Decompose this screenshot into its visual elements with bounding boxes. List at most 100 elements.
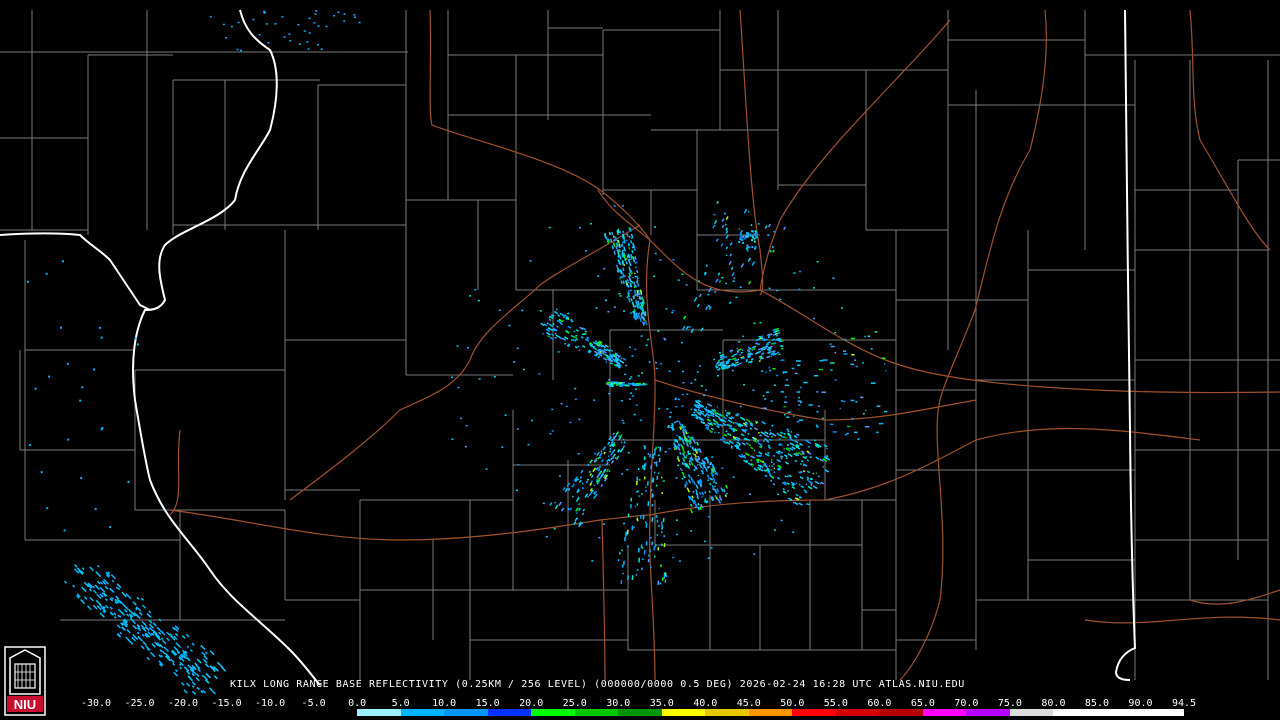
echo-pixel: [621, 564, 624, 568]
echo-pixel: [619, 295, 622, 297]
echo-pixel: [735, 296, 738, 299]
echo-pixel: [651, 541, 654, 546]
echo-pixel: [752, 389, 755, 391]
echo-pixel: [618, 552, 621, 555]
echo-pixel: [843, 350, 847, 352]
echo-pixel: [633, 310, 636, 313]
echo-pixel: [677, 398, 680, 401]
echo-pixel: [450, 376, 453, 379]
echo-pixel: [636, 517, 639, 521]
echo-pixel: [776, 289, 779, 292]
echo-pixel: [645, 344, 648, 346]
scale-color-segment: [400, 709, 445, 716]
echo-pixel: [794, 372, 798, 375]
echo-pixel: [751, 239, 753, 242]
echo-pixel: [283, 36, 286, 38]
echo-pixel: [743, 383, 746, 386]
scale-label: -10.0: [255, 698, 286, 709]
echo-pixel: [337, 11, 340, 13]
echo-pixel: [761, 370, 764, 372]
scale-color-segment: [444, 709, 488, 716]
echo-pixel: [551, 430, 554, 432]
echo-pixel: [225, 37, 228, 39]
echo-pixel: [689, 453, 692, 455]
echo-pixel: [783, 401, 788, 403]
echo-pixel: [647, 559, 650, 563]
echo-pixel: [615, 364, 618, 367]
echo-pixel: [710, 547, 713, 549]
echo-pixel: [751, 234, 754, 237]
echo-pixel: [793, 415, 795, 417]
echo-pixel: [762, 407, 767, 409]
echo-pixel: [669, 411, 672, 414]
scale-color-segment: [966, 709, 1010, 716]
echo-pixel: [870, 348, 873, 350]
echo-pixel: [48, 375, 51, 378]
echo-pixel: [876, 431, 879, 434]
echo-pixel: [624, 373, 627, 376]
echo-pixel: [660, 564, 662, 568]
echo-pixel: [653, 461, 656, 464]
scale-color-segment: [1096, 709, 1141, 716]
echo-pixel: [773, 529, 776, 531]
echo-pixel: [784, 414, 786, 416]
echo-pixel: [884, 363, 886, 365]
echo-pixel: [800, 401, 802, 404]
echo-pixel: [765, 371, 767, 373]
scale-label: 40.0: [693, 698, 718, 709]
echo-pixel: [655, 367, 658, 370]
echo-pixel: [839, 407, 841, 410]
echo-pixel: [628, 346, 631, 348]
echo-pixel: [325, 25, 328, 28]
scale-label: 25.0: [562, 698, 587, 709]
echo-pixel: [784, 396, 787, 398]
color-scale-bar: [96, 709, 1184, 716]
echo-pixel: [258, 34, 261, 36]
echo-pixel: [667, 426, 670, 428]
echo-pixel: [762, 394, 765, 397]
echo-pixel: [768, 287, 771, 290]
echo-pixel: [578, 418, 581, 421]
echo-pixel: [715, 482, 718, 484]
echo-pixel: [274, 23, 277, 25]
echo-pixel: [638, 495, 641, 497]
echo-pixel: [690, 382, 693, 384]
echo-pixel: [79, 399, 82, 402]
echo-pixel: [746, 232, 749, 235]
echo-pixel: [594, 452, 597, 455]
echo-pixel: [700, 385, 703, 387]
echo-pixel: [99, 326, 102, 329]
echo-pixel: [317, 25, 320, 27]
echo-pixel: [780, 391, 784, 393]
echo-pixel: [675, 406, 678, 408]
echo-pixel: [784, 384, 790, 387]
echo-pixel: [640, 544, 643, 549]
echo-pixel: [297, 23, 300, 26]
echo-pixel: [100, 336, 103, 339]
echo-pixel: [308, 32, 311, 34]
echo-pixel: [808, 404, 813, 406]
echo-pixel: [746, 249, 749, 252]
echo-pixel: [358, 21, 361, 24]
echo-pixel: [829, 343, 832, 345]
echo-pixel: [657, 454, 660, 457]
echo-pixel: [631, 395, 634, 397]
echo-pixel: [527, 443, 530, 446]
echo-pixel: [617, 559, 620, 562]
echo-pixel: [465, 424, 468, 427]
echo-pixel: [682, 382, 685, 384]
echo-pixel: [621, 549, 623, 552]
echo-pixel: [637, 375, 640, 377]
echo-pixel: [585, 250, 587, 252]
echo-pixel: [548, 226, 551, 229]
echo-pixel: [100, 428, 103, 431]
echo-pixel: [653, 471, 656, 474]
scale-color-segment: [1053, 709, 1097, 716]
echo-pixel: [649, 537, 652, 539]
scale-label: 90.0: [1128, 698, 1153, 709]
echo-pixel: [664, 338, 667, 341]
echo-pixel: [623, 384, 629, 386]
scale-color-segment: [139, 709, 184, 716]
echo-pixel: [45, 272, 48, 275]
echo-pixel: [631, 355, 634, 357]
